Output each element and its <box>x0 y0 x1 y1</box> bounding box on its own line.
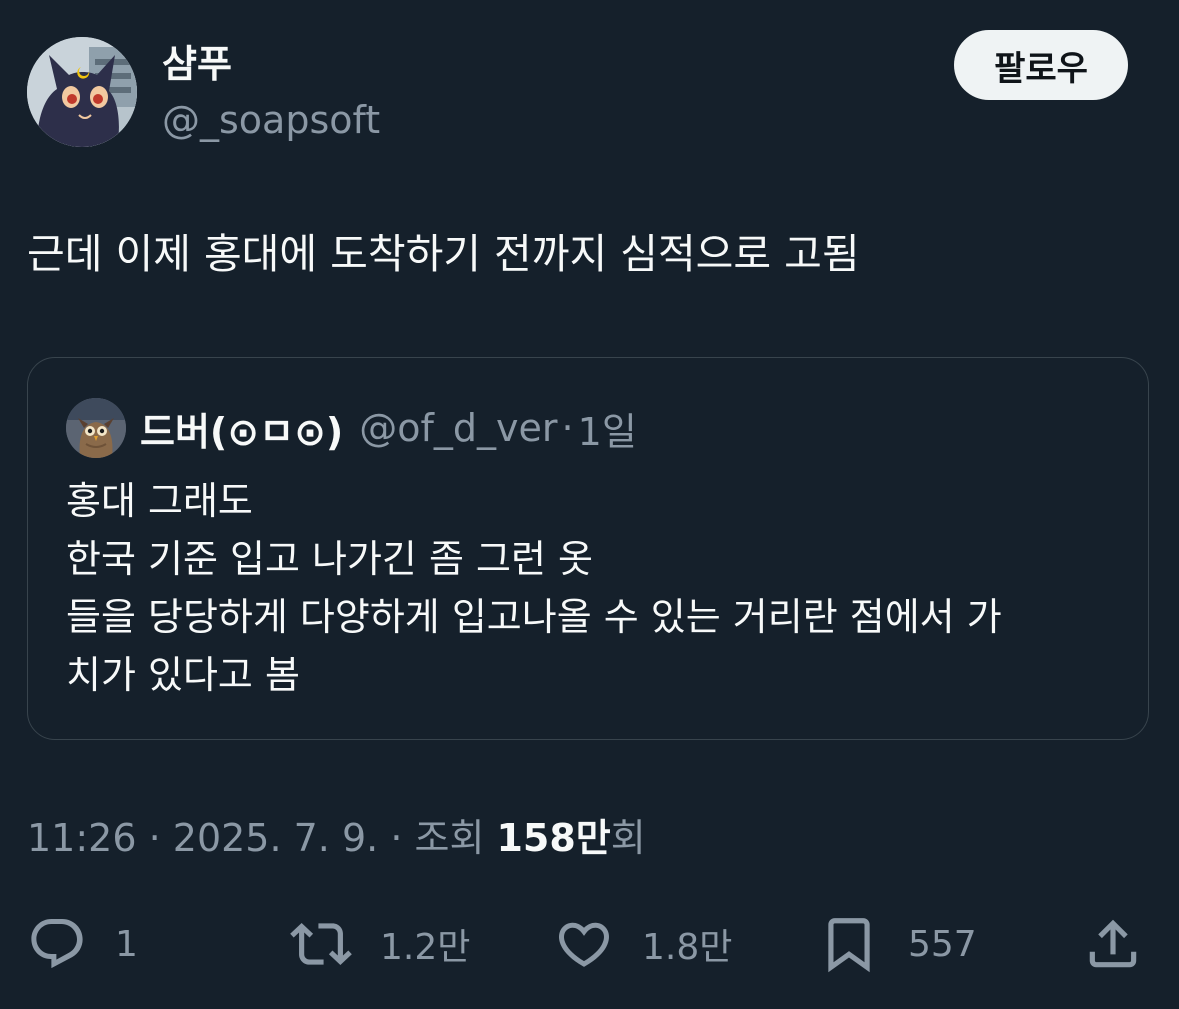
meta-separator: · <box>136 816 173 860</box>
tweet-date[interactable]: 2025. 7. 9. <box>173 816 378 860</box>
views-count: 158만 <box>496 816 611 860</box>
quote-line: 치가 있다고 봄 <box>66 653 300 697</box>
retweet-icon <box>290 923 352 965</box>
owl-avatar-icon <box>66 398 126 458</box>
quoted-tweet-card[interactable]: 드버(⊙ㅁ⊙) @of_d_ver · 1일 홍대 그래도 한국 기준 입고 나… <box>27 357 1149 740</box>
follow-button[interactable]: 팔로우 <box>954 30 1128 100</box>
quote-line: 한국 기준 입고 나가긴 좀 그런 옷 <box>66 537 593 581</box>
quote-time[interactable]: 1일 <box>578 401 637 456</box>
reply-button[interactable]: 1 <box>27 912 138 976</box>
author-avatar[interactable] <box>27 37 137 147</box>
bookmark-count: 557 <box>908 923 977 965</box>
tweet-time[interactable]: 11:26 <box>27 816 137 860</box>
tweet-text: 근데 이제 홍대에 도착하기 전까지 심적으로 고됨 <box>27 230 860 278</box>
quote-avatar[interactable] <box>66 398 126 458</box>
views-prefix: 조회 <box>414 816 497 860</box>
quote-body: 홍대 그래도 한국 기준 입고 나가긴 좀 그런 옷 들을 당당하게 다양하게 … <box>66 472 1116 704</box>
black-cat-avatar-icon <box>27 37 137 147</box>
retweet-button[interactable]: 1.2만 <box>290 912 470 976</box>
share-button[interactable] <box>1082 912 1144 976</box>
quote-handle[interactable]: @of_d_ver <box>359 406 557 450</box>
like-count: 1.8만 <box>642 927 733 968</box>
reply-count: 1 <box>115 923 138 965</box>
retweet-count: 1.2만 <box>380 927 471 968</box>
share-icon <box>1089 919 1137 968</box>
reply-icon <box>31 919 83 969</box>
quote-line: 들을 당당하게 다양하게 입고나올 수 있는 거리란 점에서 가 <box>66 595 1002 639</box>
author-display-name[interactable]: 샴푸 <box>162 40 232 88</box>
bookmark-icon <box>828 918 870 973</box>
meta-separator: · <box>378 816 415 860</box>
tweet-meta: 11:26 · 2025. 7. 9. · 조회 158만회 <box>27 812 646 864</box>
quote-line: 홍대 그래도 <box>66 479 253 523</box>
quote-header: 드버(⊙ㅁ⊙) @of_d_ver · 1일 <box>140 400 637 456</box>
views-suffix: 회 <box>610 816 646 860</box>
author-handle[interactable]: @_soapsoft <box>162 96 380 144</box>
quote-display-name[interactable]: 드버(⊙ㅁ⊙) <box>140 401 343 456</box>
like-button[interactable]: 1.8만 <box>554 912 732 976</box>
heart-icon <box>558 922 610 967</box>
bookmark-button[interactable]: 557 <box>818 912 977 976</box>
quote-separator: · <box>561 406 574 450</box>
